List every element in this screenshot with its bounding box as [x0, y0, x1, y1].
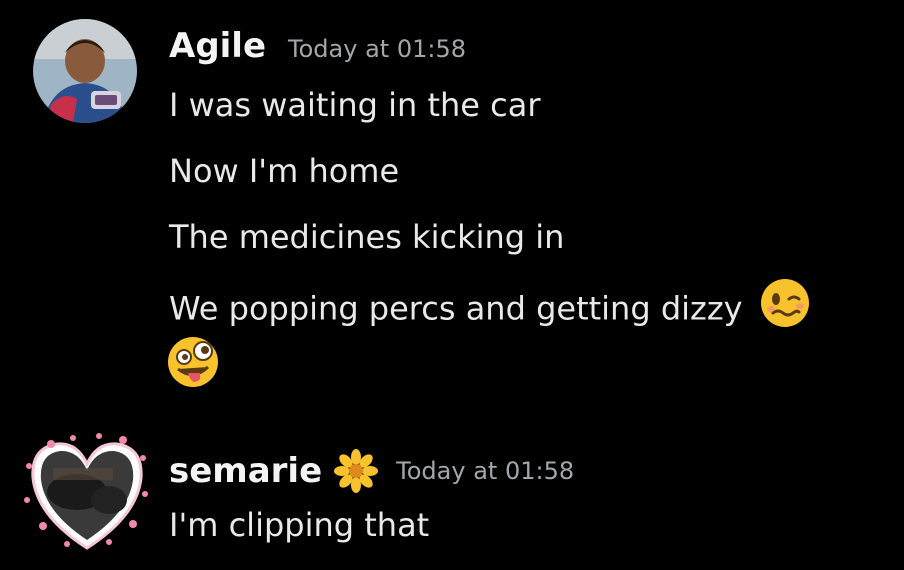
message-line: I'm clipping that: [169, 505, 429, 545]
message-text: I was waiting in the car: [169, 86, 541, 124]
message-header: Agile Today at 01:58: [169, 26, 466, 66]
message-text: We popping percs and getting dizzy: [169, 289, 743, 328]
heart-frame-avatar: [24, 433, 148, 550]
message-text: I'm clipping that: [169, 506, 430, 544]
chat-messages: Agile Today at 01:58 I was waiting in th…: [0, 0, 904, 570]
message-header: semarie Today at 01:58: [169, 449, 574, 493]
message-line: The medicines kicking in: [169, 217, 564, 257]
username[interactable]: Agile: [169, 26, 266, 66]
woozy-face-emoji-icon[interactable]: [759, 277, 811, 338]
message-line: I was waiting in the car: [169, 85, 541, 125]
avatar[interactable]: [23, 430, 151, 554]
zany-face-emoji-icon[interactable]: [166, 335, 220, 398]
timestamp[interactable]: Today at 01:58: [288, 35, 466, 63]
avatar[interactable]: [33, 19, 137, 123]
message-line: [166, 335, 220, 398]
message-text: The medicines kicking in: [169, 218, 565, 256]
avatar-photo: [33, 19, 137, 123]
message-line: We popping percs and getting dizzy: [169, 279, 811, 338]
username[interactable]: semarie: [169, 451, 322, 491]
message-line: Now I'm home: [169, 151, 399, 191]
message-text: Now I'm home: [169, 152, 400, 190]
timestamp[interactable]: Today at 01:58: [396, 457, 574, 485]
blossom-badge-icon[interactable]: [334, 449, 379, 493]
